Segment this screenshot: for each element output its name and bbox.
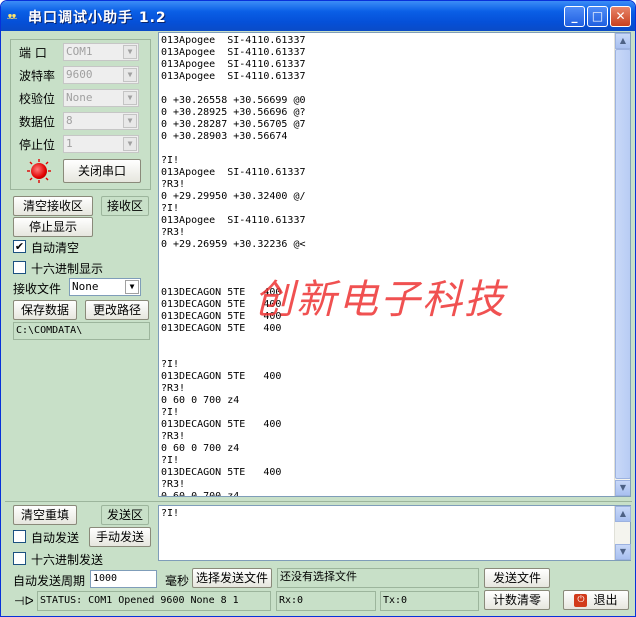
hex-send-label: 十六进制发送 [31,553,104,567]
baud-select[interactable]: 9600 ▼ [63,66,139,84]
chevron-down-icon: ▼ [125,280,139,294]
chevron-down-icon: ▼ [123,91,137,105]
port-value: COM1 [66,45,93,58]
rx-counter: Rx:0 [276,591,376,611]
selected-file-display: 还没有选择文件 [277,568,479,588]
title-bar[interactable]: ᴥᴥ 串口调试小助手 1.2 _ □ ✕ [1,1,635,31]
auto-send-checkbox[interactable] [13,530,26,543]
path-display: C:\COMDATA\ [13,322,150,340]
chevron-down-icon: ▼ [123,45,137,59]
divider [5,501,632,502]
port-status-led-icon [31,163,47,179]
hex-display-label: 十六进制显示 [31,262,104,276]
databits-select[interactable]: 8 ▼ [63,112,139,130]
auto-send-period-input[interactable]: 1000 [90,570,157,588]
parity-label: 校验位 [19,92,56,106]
port-label: 端 口 [19,46,47,60]
chevron-down-icon: ▼ [123,137,137,151]
baud-value: 9600 [66,68,93,81]
receive-area-label: 接收区 [101,196,149,216]
stopbits-select[interactable]: 1 ▼ [63,135,139,153]
chevron-down-icon: ▼ [123,68,137,82]
auto-send-label: 自动发送 [31,531,80,545]
databits-value: 8 [66,114,73,127]
parity-select[interactable]: None ▼ [63,89,139,107]
status-text: STATUS: COM1 Opened 9600 None 8 1 [37,591,271,611]
app-logo-icon: ᴥᴥ [7,9,17,22]
close-button[interactable]: ✕ [610,6,631,27]
scroll-down-icon[interactable]: ▼ [615,544,631,560]
chevron-down-icon: ▼ [123,114,137,128]
send-textarea[interactable]: ?I! ▲ ▼ [158,505,631,561]
pin-icon[interactable]: ⊣ᐅ [14,594,34,608]
change-path-button[interactable]: 更改路径 [85,300,149,320]
receive-scrollbar[interactable]: ▲ ▼ [614,33,630,496]
save-data-button[interactable]: 保存数据 [13,300,77,320]
stopbits-label: 停止位 [19,138,56,152]
scroll-up-icon[interactable]: ▲ [615,33,630,49]
hex-send-checkbox[interactable] [13,552,26,565]
scroll-down-icon[interactable]: ▼ [615,480,630,496]
select-send-file-button[interactable]: 选择发送文件 [192,568,272,588]
minimize-button[interactable]: _ [564,6,585,27]
auto-clear-checkbox[interactable]: ✔ [13,240,26,253]
receive-content: 013Apogee SI-4110.61337 013Apogee SI-411… [161,35,306,497]
auto-clear-label: 自动清空 [31,241,80,255]
send-content: ?I! [161,508,180,519]
stop-display-button[interactable]: 停止显示 [13,217,93,237]
tx-counter: Tx:0 [380,591,479,611]
receive-file-label: 接收文件 [13,282,62,296]
databits-label: 数据位 [19,115,56,129]
manual-send-button[interactable]: 手动发送 [89,527,151,547]
watermark-text: 创新电子科技 [254,277,506,323]
send-file-button[interactable]: 发送文件 [484,568,550,588]
clear-resend-button[interactable]: 清空重填 [13,505,77,525]
receive-file-select[interactable]: None ▼ [69,278,141,296]
hex-display-checkbox[interactable] [13,261,26,274]
auto-send-period-label: 自动发送周期 [13,574,86,588]
power-icon: ⏻ [574,594,588,607]
scroll-thumb[interactable] [615,49,630,479]
scroll-up-icon[interactable]: ▲ [615,506,631,522]
ms-label: 毫秒 [165,574,190,588]
maximize-button[interactable]: □ [587,6,608,27]
stopbits-value: 1 [66,137,73,150]
port-select[interactable]: COM1 ▼ [63,43,139,61]
window-title: 串口调试小助手 1.2 [28,10,167,26]
reset-count-button[interactable]: 计数清零 [484,590,550,610]
parity-value: None [66,91,93,104]
send-area-label: 发送区 [101,505,149,525]
app-window: ᴥᴥ 串口调试小助手 1.2 _ □ ✕ 端 口 COM1 ▼ 波特率 9600… [0,0,636,617]
close-port-button[interactable]: 关闭串口 [63,159,141,183]
checkmark-icon: ✔ [14,240,25,253]
clear-receive-button[interactable]: 清空接收区 [13,196,93,216]
baud-label: 波特率 [19,69,56,83]
exit-label: 退出 [593,593,618,607]
send-scrollbar[interactable]: ▲ ▼ [614,506,631,560]
receive-textarea[interactable]: 013Apogee SI-4110.61337 013Apogee SI-411… [158,32,631,497]
exit-button[interactable]: ⏻ 退出 [563,590,629,610]
receive-file-value: None [72,280,99,293]
